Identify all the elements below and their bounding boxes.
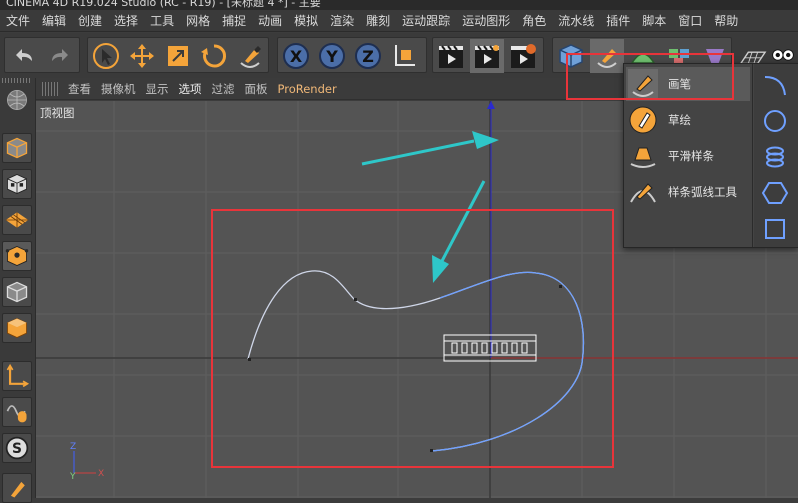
svg-text:X: X [290,47,303,66]
menu-plugins[interactable]: 插件 [600,10,636,32]
texture-mode-icon[interactable] [2,169,32,199]
annotation-box-pen [566,53,734,100]
menu-select[interactable]: 选择 [108,10,144,32]
rectangle-icon[interactable] [758,212,792,246]
polygons-mode-icon[interactable] [2,313,32,343]
svg-text:Z: Z [362,47,374,66]
menu-script[interactable]: 脚本 [636,10,672,32]
render-settings-icon[interactable] [506,39,540,73]
menu-window[interactable]: 窗口 [672,10,708,32]
menu-item-smooth-spline[interactable]: 平滑样条 [626,139,750,173]
menu-item-label: 草绘 [668,113,691,127]
edges-mode-icon[interactable] [2,277,32,307]
viewport-grip [42,81,58,96]
spline-arc-icon [626,175,660,209]
menu-mograph[interactable]: 运动图形 [456,10,516,32]
points-mode-icon[interactable] [2,241,32,271]
gizmo-z-label: Z [70,442,76,452]
smooth-spline-icon [626,139,660,173]
title-bar: CINEMA 4D R19.024 Studio (RC - R19) - [未… [0,0,798,10]
helix-icon[interactable] [758,140,792,174]
menu-snap[interactable]: 捕捉 [216,10,252,32]
render-group [432,37,544,73]
transform-group [87,37,269,73]
orientation-gizmo: Z Y X [69,442,104,482]
move-icon[interactable] [125,39,159,73]
tweak-mode-icon[interactable] [2,397,32,427]
menu-pipeline[interactable]: 流水线 [552,10,600,32]
z-axis-arrow [487,101,495,109]
render-view-icon[interactable] [434,39,468,73]
snapping-icon[interactable]: S [2,433,32,463]
scale-icon[interactable] [161,39,195,73]
make-editable-icon[interactable] [2,85,32,115]
live-selection-icon[interactable] [233,39,267,73]
z-axis-lock-icon[interactable]: Z [351,39,385,73]
menu-item-label: 平滑样条 [668,149,714,163]
svg-text:S: S [12,441,22,457]
menu-item-sketch[interactable]: 草绘 [626,103,750,137]
axis-group: X Y Z [277,37,427,73]
viewport-tab-panel[interactable]: 面板 [245,81,268,97]
menu-sculpt[interactable]: 雕刻 [360,10,396,32]
render-picture-viewer-icon[interactable] [470,39,504,73]
coordinate-system-icon[interactable] [387,39,421,73]
annotation-box-canvas [211,209,614,468]
select-icon[interactable] [89,39,123,73]
paint-icon[interactable] [2,473,32,503]
x-axis-lock-icon[interactable]: X [279,39,313,73]
menu-item-label: 样条弧线工具 [668,185,737,199]
viewport-tab-display[interactable]: 显示 [146,81,169,97]
menu-character[interactable]: 角色 [516,10,552,32]
menu-motion-tracking[interactable]: 运动跟踪 [396,10,456,32]
gizmo-x-label: X [98,469,104,479]
viewport-tab-view[interactable]: 查看 [68,81,91,97]
sketch-icon [626,103,660,137]
viewport-tab-options[interactable]: 选项 [179,81,202,97]
redo-icon[interactable] [44,39,78,73]
viewport-tab-prorender[interactable]: ProRender [278,82,337,96]
model-mode-icon[interactable] [2,133,32,163]
workplane-mode-icon[interactable] [2,205,32,235]
annotation-arrow-up [361,131,499,166]
menu-create[interactable]: 创建 [72,10,108,32]
mode-sidebar: S [0,78,36,503]
hexagon-icon[interactable] [758,176,792,210]
menu-mesh[interactable]: 网格 [180,10,216,32]
gizmo-y-label: Y [69,472,76,482]
menu-help[interactable]: 帮助 [708,10,744,32]
y-axis-lock-icon[interactable]: Y [315,39,349,73]
viewport-label: 顶视图 [40,106,75,120]
menu-tools[interactable]: 工具 [144,10,180,32]
rotate-icon[interactable] [197,39,231,73]
axis-mode-icon[interactable] [2,361,32,391]
spline-shapes-column [754,64,798,247]
window-title: CINEMA 4D R19.024 Studio (RC - R19) - [未… [6,0,321,9]
menu-simulate[interactable]: 模拟 [288,10,324,32]
menu-render[interactable]: 渲染 [324,10,360,32]
menu-edit[interactable]: 编辑 [36,10,72,32]
arc-icon[interactable] [758,68,792,102]
viewport-tab-filter[interactable]: 过滤 [212,81,235,97]
viewport-tab-camera[interactable]: 摄像机 [101,81,136,97]
undo-icon[interactable] [6,39,40,73]
menu-bar: 文件 编辑 创建 选择 工具 网格 捕捉 动画 模拟 渲染 雕刻 运动跟踪 运动… [0,10,798,32]
svg-text:Y: Y [325,47,338,66]
undo-group [4,37,80,73]
sidebar-grip [2,78,32,83]
circle-icon[interactable] [758,104,792,138]
menu-animate[interactable]: 动画 [252,10,288,32]
menu-item-spline-arc[interactable]: 样条弧线工具 [626,175,750,209]
menu-file[interactable]: 文件 [0,10,36,32]
dropdown-separator [752,64,753,247]
